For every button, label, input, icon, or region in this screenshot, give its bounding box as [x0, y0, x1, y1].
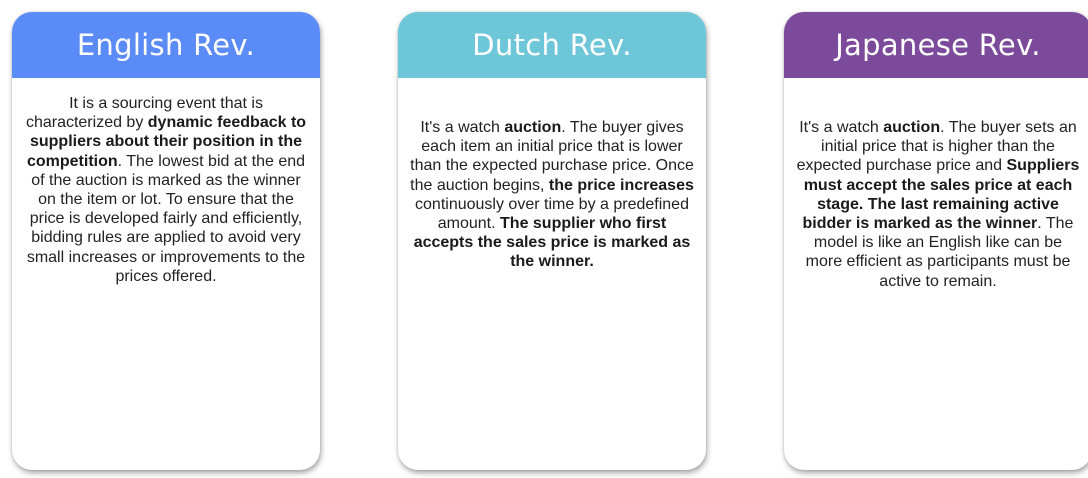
dutch-rev-card: Dutch Rev. It's a watch auction. The buy…: [398, 12, 706, 470]
japanese-rev-text-1: It's a watch: [799, 119, 884, 136]
dutch-rev-text-4: the price increases: [548, 176, 694, 194]
dutch-rev-title: Dutch Rev.: [472, 28, 632, 62]
english-rev-description: It is a sourcing event that is character…: [12, 78, 320, 286]
japanese-rev-description: It's a watch auction. The buyer sets an …: [784, 78, 1088, 291]
japanese-rev-text-2: auction: [883, 119, 941, 136]
dutch-rev-header: Dutch Rev.: [398, 12, 706, 78]
dutch-rev-text-1: It's a watch: [420, 119, 505, 136]
english-rev-card: English Rev. It is a sourcing event that…: [12, 12, 320, 470]
japanese-rev-title: Japanese Rev.: [835, 28, 1041, 62]
english-rev-header: English Rev.: [12, 12, 320, 78]
japanese-rev-card: Japanese Rev. It's a watch auction. The …: [784, 12, 1088, 470]
english-rev-text-3: . The lowest bid at the end of the aucti…: [26, 152, 306, 285]
dutch-rev-text-2: auction: [504, 119, 562, 136]
dutch-rev-description: It's a watch auction. The buyer gives ea…: [398, 78, 706, 272]
english-rev-title: English Rev.: [76, 28, 256, 62]
japanese-rev-header: Japanese Rev.: [784, 12, 1088, 78]
